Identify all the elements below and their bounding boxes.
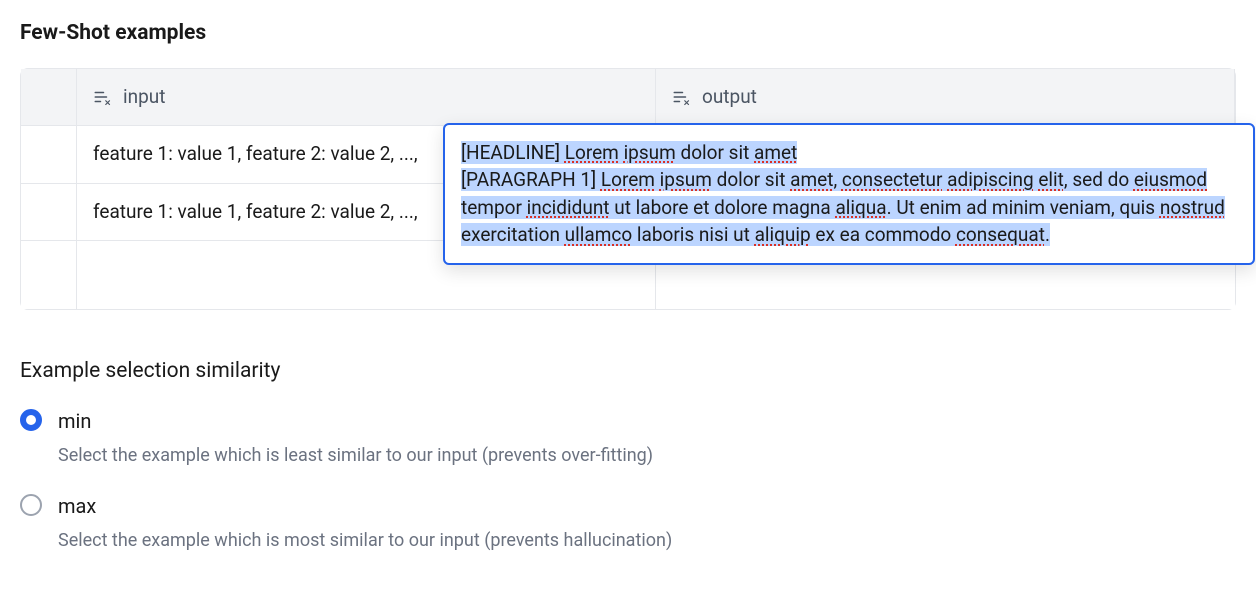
row-number-cell[interactable] <box>21 126 77 184</box>
radio-label: min <box>58 406 653 436</box>
heading-example-selection-similarity: Example selection similarity <box>20 356 1236 388</box>
column-header-label: output <box>702 83 757 112</box>
radio-description: Select the example which is least simila… <box>58 442 653 469</box>
cell-editor-popup[interactable]: [HEADLINE] Lorem ipsum dolor sit amet [P… <box>443 123 1255 265</box>
radio-description: Select the example which is most similar… <box>58 527 672 554</box>
section-title-fewshot: Few-Shot examples <box>20 18 1236 50</box>
radio-option-min[interactable]: min Select the example which is least si… <box>20 406 1236 469</box>
fewshot-table: input output feature 1: value 1, feature… <box>20 68 1236 311</box>
radio-input[interactable] <box>20 409 42 431</box>
text-column-icon <box>93 88 111 106</box>
column-header-input[interactable]: input <box>77 69 656 127</box>
table-bottom-spacer <box>656 295 1235 309</box>
editor-text[interactable]: [PARAGRAPH 1] Lorem ipsum dolor sit amet… <box>461 168 1225 246</box>
column-header-output[interactable]: output <box>656 69 1235 127</box>
text-column-icon <box>672 88 690 106</box>
table-bottom-spacer <box>21 295 77 309</box>
editor-text[interactable]: [HEADLINE] Lorem ipsum dolor sit amet <box>461 141 797 164</box>
row-number-cell[interactable] <box>21 241 77 295</box>
table-bottom-spacer <box>77 295 656 309</box>
radio-input[interactable] <box>20 494 42 516</box>
column-header-label: input <box>123 83 165 112</box>
row-number-header <box>21 69 77 127</box>
radio-option-max[interactable]: max Select the example which is most sim… <box>20 491 1236 554</box>
row-number-cell[interactable] <box>21 184 77 242</box>
radio-label: max <box>58 491 672 521</box>
